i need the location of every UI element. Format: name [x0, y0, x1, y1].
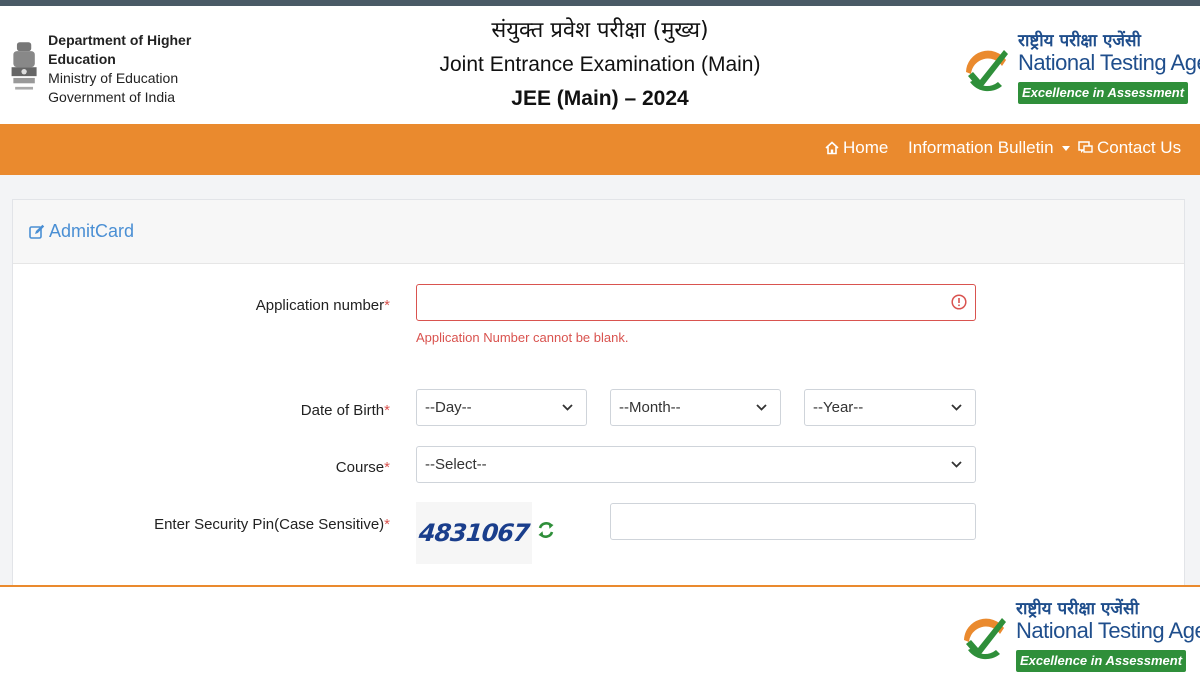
chevron-down-icon: [562, 404, 573, 411]
exam-title-block: संयुक्त प्रवेश परीक्षा (मुख्य) Joint Ent…: [350, 14, 850, 116]
dob-year-value: --Year--: [813, 399, 864, 416]
chevron-down-icon: [951, 404, 962, 411]
nta-logo: राष्ट्रीय परीक्षा एजेंसी National Testin…: [962, 28, 1200, 108]
application-number-label: Application number*: [255, 297, 390, 314]
dob-label: Date of Birth*: [300, 402, 390, 419]
chevron-down-icon: [951, 461, 962, 468]
nta-tagline: Excellence in Assessment: [1018, 82, 1188, 104]
card-header: AdmitCard: [13, 200, 1184, 264]
nav-bulletin-label: Information Bulletin: [908, 138, 1054, 157]
dob-year-select[interactable]: --Year--: [804, 389, 976, 426]
dhe-line3: Government of India: [48, 89, 176, 105]
dob-day-value: --Day--: [425, 399, 472, 416]
caret-down-icon: [1061, 145, 1070, 151]
security-pin-label: Enter Security Pin(Case Sensitive)*: [154, 516, 390, 533]
nta-hindi: राष्ट्रीय परीक्षा एजेंसी: [1016, 599, 1139, 619]
application-number-error: Application Number cannot be blank.: [416, 330, 629, 345]
nav-home[interactable]: Home: [825, 138, 888, 158]
contact-chat-icon: [1078, 141, 1093, 153]
footer-divider: [0, 585, 1200, 587]
nta-tagline: Excellence in Assessment: [1016, 650, 1186, 672]
nta-hindi: राष्ट्रीय परीक्षा एजेंसी: [1018, 31, 1141, 51]
required-mark: *: [384, 297, 390, 314]
dhe-logo-block: Department of Higher Education Ministry …: [8, 30, 240, 108]
dob-month-value: --Month--: [619, 399, 681, 416]
nta-logo-footer: राष्ट्रीय परीक्षा एजेंसी National Testin…: [960, 596, 1200, 675]
nta-check-icon: [966, 50, 1008, 92]
captcha-text: 4831067: [417, 519, 531, 547]
site-header: Department of Higher Education Ministry …: [0, 6, 1200, 124]
nta-check-icon: [964, 618, 1006, 660]
security-pin-input[interactable]: [610, 503, 976, 540]
chevron-down-icon: [756, 404, 767, 411]
dhe-line2: Ministry of Education: [48, 70, 179, 86]
card-title-text: AdmitCard: [49, 221, 135, 241]
course-select[interactable]: --Select--: [416, 446, 976, 483]
home-icon: [825, 141, 839, 155]
dob-day-select[interactable]: --Day--: [416, 389, 587, 426]
title-year: JEE (Main) – 2024: [511, 87, 689, 110]
dob-month-select[interactable]: --Month--: [610, 389, 781, 426]
course-value: --Select--: [425, 456, 487, 473]
dhe-text: Department of Higher Education Ministry …: [48, 31, 240, 107]
captcha-image: 4831067: [416, 502, 532, 564]
main-navbar: Home Information Bulletin Contact Us: [0, 124, 1200, 175]
national-emblem-icon: [11, 42, 37, 90]
refresh-captcha-icon[interactable]: [537, 520, 555, 540]
nav-contact-us[interactable]: Contact Us: [1078, 138, 1181, 158]
nta-english: National Testing Agency: [1016, 618, 1200, 643]
application-number-input[interactable]: [416, 284, 976, 321]
required-mark: *: [384, 459, 390, 476]
nav-information-bulletin[interactable]: Information Bulletin: [908, 138, 1070, 158]
edit-icon: [29, 224, 45, 239]
dhe-line1: Department of Higher Education: [48, 32, 192, 67]
nav-contact-label: Contact Us: [1097, 138, 1182, 157]
course-label: Course*: [335, 459, 390, 476]
card-title: AdmitCard: [29, 221, 134, 242]
nav-home-label: Home: [843, 138, 889, 157]
required-mark: *: [384, 402, 390, 419]
required-mark: *: [384, 516, 390, 533]
title-hindi: संयुक्त प्रवेश परीक्षा (मुख्य): [491, 18, 709, 43]
title-english: Joint Entrance Examination (Main): [439, 53, 761, 76]
error-icon: [951, 294, 967, 310]
nta-english: National Testing Agency: [1018, 50, 1200, 75]
